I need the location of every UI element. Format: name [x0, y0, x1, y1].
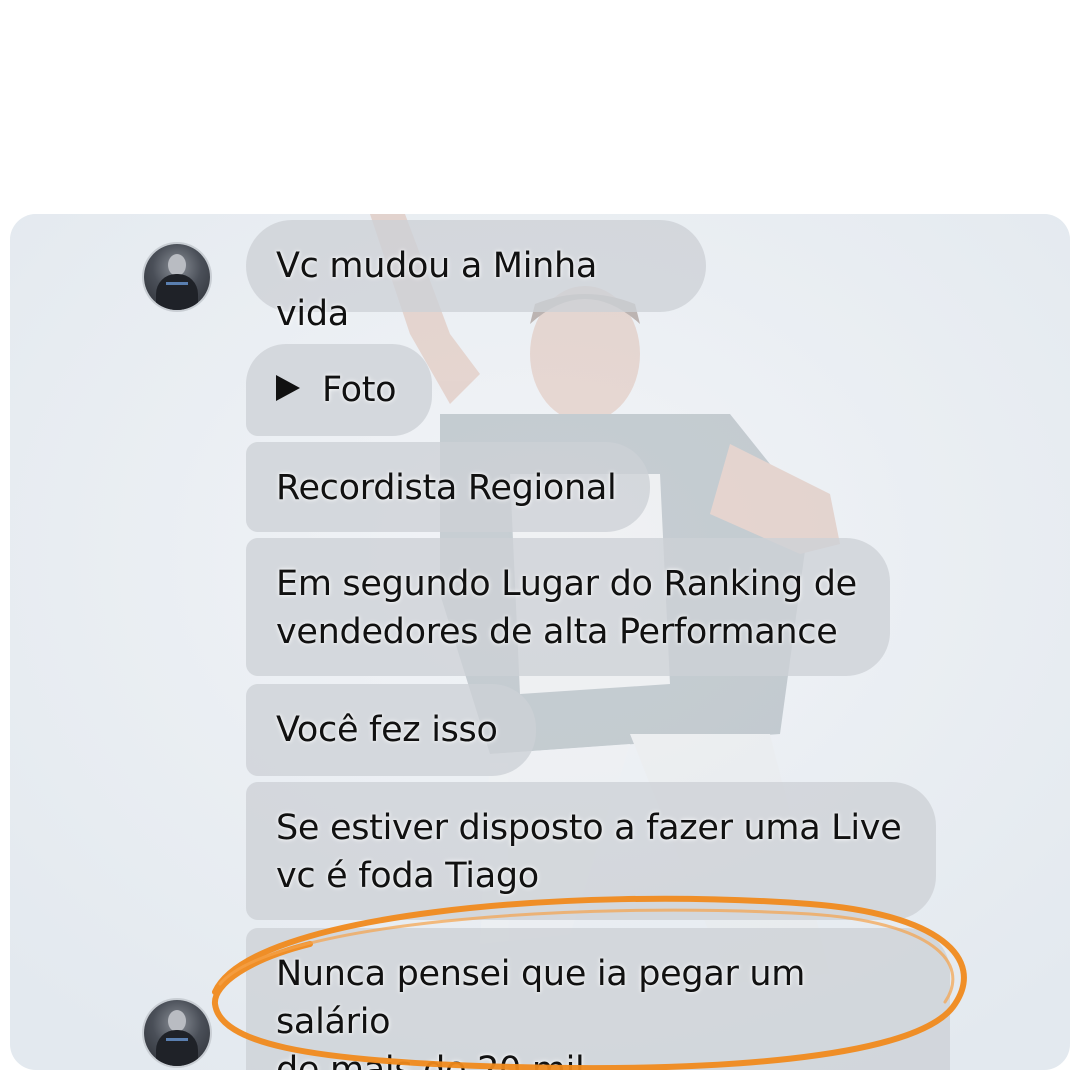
photo-message-bubble[interactable]: Foto [246, 344, 432, 436]
message-bubble[interactable]: Se estiver disposto a fazer uma Live vc … [246, 782, 936, 920]
message-text: Você fez isso [276, 710, 498, 750]
message-text: Se estiver disposto a fazer uma Live vc … [276, 808, 902, 896]
message-bubble[interactable]: Recordista Regional [246, 442, 650, 532]
sender-avatar[interactable] [144, 1000, 210, 1066]
message-text: Vc mudou a Minha vida [276, 246, 598, 334]
sender-avatar[interactable] [144, 244, 210, 310]
message-text: Recordista Regional [276, 468, 617, 508]
message-text: Nunca pensei que ia pegar um salário de … [276, 954, 806, 1070]
message-text: Em segundo Lugar do Ranking de vendedore… [276, 564, 857, 652]
screenshot-page: Vc mudou a Minha vida Foto Recordista Re… [0, 0, 1080, 1080]
chat-panel: Vc mudou a Minha vida Foto Recordista Re… [10, 214, 1070, 1070]
avatar-body-shape [156, 274, 198, 310]
message-bubble[interactable]: Vc mudou a Minha vida [246, 220, 706, 334]
avatar-body-shape [156, 1030, 198, 1066]
message-bubble[interactable]: Em segundo Lugar do Ranking de vendedore… [246, 538, 890, 676]
avatar-head-shape [168, 1010, 186, 1032]
avatar-head-shape [168, 254, 186, 276]
avatar-stripe-shape [166, 1038, 188, 1041]
avatar-stripe-shape [166, 282, 188, 285]
message-bubble[interactable]: Você fez isso [246, 684, 536, 776]
play-icon [276, 375, 300, 401]
photo-label: Foto [322, 370, 397, 410]
highlighted-message-bubble[interactable]: Nunca pensei que ia pegar um salário de … [246, 928, 950, 1070]
